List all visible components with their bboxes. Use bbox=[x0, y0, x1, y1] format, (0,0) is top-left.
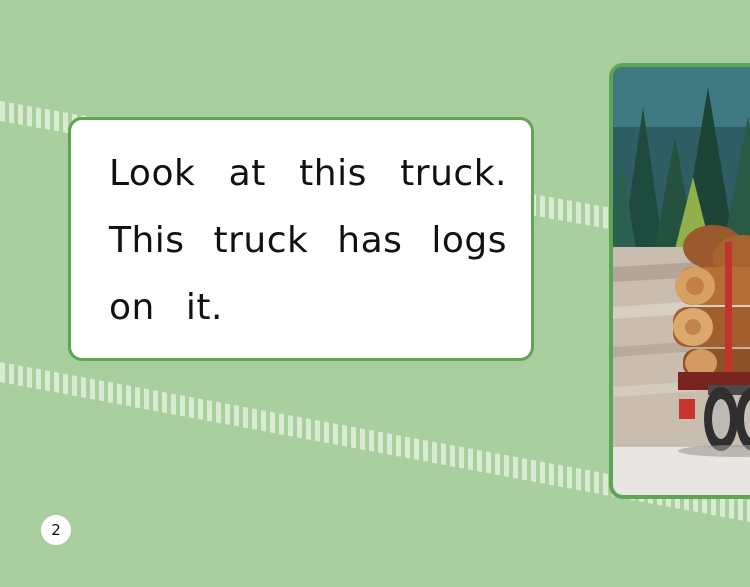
story-line-3: on it. bbox=[109, 287, 223, 328]
page-number-badge: 2 bbox=[41, 515, 71, 545]
logging-truck-photo bbox=[609, 63, 750, 499]
story-line-1: Look at this truck. bbox=[109, 153, 507, 194]
page-number: 2 bbox=[51, 521, 61, 539]
story-line-2: This truck has logs bbox=[109, 220, 507, 261]
story-text-box: Look at this truck. This truck has logs … bbox=[68, 117, 534, 361]
logging-truck-illustration bbox=[613, 67, 750, 495]
